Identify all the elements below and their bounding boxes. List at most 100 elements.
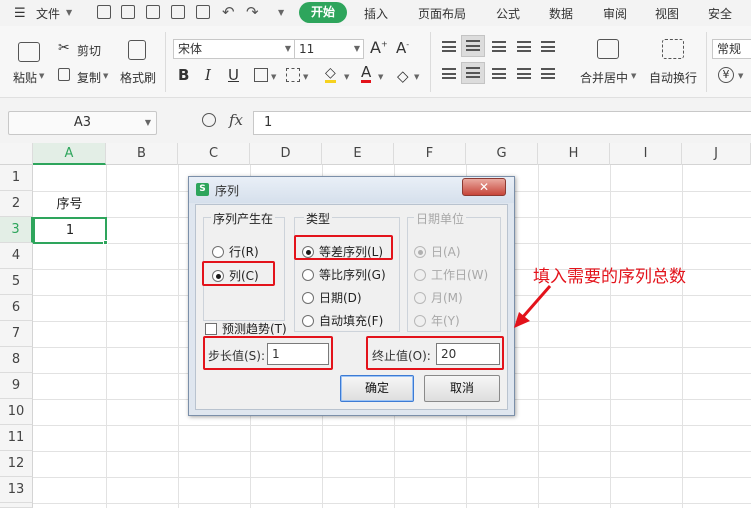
tab-data[interactable]: 数据 xyxy=(549,5,573,22)
column-header[interactable]: I xyxy=(610,143,682,165)
trend-checkbox[interactable]: 预测趋势(T) xyxy=(205,320,287,337)
dialog-titlebar[interactable]: S 序列 ✕ xyxy=(189,177,514,203)
wrap-text-icon[interactable] xyxy=(662,39,684,59)
font-color-icon[interactable]: A xyxy=(361,64,372,83)
radio-button[interactable] xyxy=(212,246,224,258)
row-header[interactable]: 10 xyxy=(0,399,33,425)
font-size-select[interactable]: 11 ▼ xyxy=(294,39,364,59)
format-painter-icon[interactable] xyxy=(128,40,146,60)
tab-security[interactable]: 安全 xyxy=(708,5,732,22)
menu-file[interactable]: 文件 xyxy=(36,5,60,22)
distributed-icon[interactable] xyxy=(541,68,555,79)
row-header[interactable]: 8 xyxy=(0,347,33,373)
checkbox[interactable] xyxy=(205,323,217,335)
column-header[interactable]: C xyxy=(178,143,250,165)
chevron-down-icon[interactable]: ▼ xyxy=(278,8,284,17)
increase-indent-icon[interactable] xyxy=(541,41,555,52)
eraser-icon[interactable]: ◇ xyxy=(397,67,409,85)
column-header[interactable]: G xyxy=(466,143,538,165)
radio-date[interactable]: 日期(D) xyxy=(302,289,362,306)
redo-icon[interactable]: ↷ xyxy=(246,3,259,21)
row-header[interactable]: 9 xyxy=(0,373,33,399)
italic-button[interactable]: I xyxy=(205,66,211,84)
chevron-down-icon[interactable]: ▼ xyxy=(344,73,349,81)
pdf-icon[interactable] xyxy=(146,5,160,19)
row-header[interactable]: 12 xyxy=(0,451,33,477)
align-left-icon[interactable] xyxy=(442,68,456,79)
row-header[interactable]: 11 xyxy=(0,425,33,451)
chevron-down-icon[interactable]: ▼ xyxy=(66,8,72,17)
chevron-down-icon[interactable]: ▼ xyxy=(145,112,151,134)
chevron-down-icon[interactable]: ▼ xyxy=(738,72,743,80)
radio-growth[interactable]: 等比序列(G) xyxy=(302,266,386,283)
radio-autofill[interactable]: 自动填充(F) xyxy=(302,312,383,329)
merge-center-icon[interactable] xyxy=(597,39,619,59)
paste-button[interactable]: 粘贴 xyxy=(13,69,37,86)
borders-icon[interactable] xyxy=(254,68,268,82)
paste-icon[interactable] xyxy=(18,42,40,62)
align-center-icon[interactable] xyxy=(461,62,485,84)
copy-icon[interactable] xyxy=(58,68,70,81)
copy-button[interactable]: 复制 xyxy=(77,69,101,86)
fill-color-icon[interactable]: ◇ xyxy=(325,66,336,83)
merge-center-button[interactable]: 合并居中 xyxy=(580,69,628,86)
decrease-indent-icon[interactable] xyxy=(517,41,531,52)
name-box[interactable]: A3 ▼ xyxy=(8,111,157,135)
align-middle-icon[interactable] xyxy=(461,35,485,57)
row-header[interactable]: 13 xyxy=(0,477,33,503)
tab-formulas[interactable]: 公式 xyxy=(496,5,520,22)
row-header[interactable]: 2 xyxy=(0,191,33,217)
chevron-down-icon[interactable]: ▼ xyxy=(39,72,44,80)
format-painter-button[interactable]: 格式刷 xyxy=(120,69,156,86)
column-header[interactable]: B xyxy=(106,143,178,165)
row-header[interactable]: 7 xyxy=(0,321,33,347)
chevron-down-icon[interactable]: ▼ xyxy=(378,73,383,81)
tab-page-layout[interactable]: 页面布局 xyxy=(418,5,466,22)
increase-font-icon[interactable]: A+ xyxy=(370,38,388,57)
hamburger-icon[interactable]: ☰ xyxy=(14,6,26,21)
row-header[interactable]: 4 xyxy=(0,243,33,269)
cancel-button[interactable]: 取消 xyxy=(424,375,500,402)
align-top-icon[interactable] xyxy=(442,41,456,52)
column-header[interactable]: D xyxy=(250,143,322,165)
ok-button[interactable]: 确定 xyxy=(340,375,414,402)
radio-rows[interactable]: 行(R) xyxy=(212,243,259,260)
scissors-icon[interactable]: ✂ xyxy=(58,40,70,56)
column-header[interactable]: F xyxy=(394,143,466,165)
chevron-down-icon[interactable]: ▼ xyxy=(631,72,636,80)
fill-handle[interactable] xyxy=(103,240,108,245)
number-format-select[interactable]: 常规 xyxy=(712,39,751,59)
chevron-down-icon[interactable]: ▼ xyxy=(303,73,308,81)
undo-icon[interactable]: ↶ xyxy=(222,3,235,21)
radio-button[interactable] xyxy=(302,292,314,304)
cell-style-icon[interactable] xyxy=(286,68,300,82)
underline-button[interactable]: U xyxy=(228,66,239,84)
fx-icon[interactable]: fx xyxy=(229,111,243,129)
tab-insert[interactable]: 插入 xyxy=(364,5,388,22)
justify-icon[interactable] xyxy=(517,68,531,79)
chevron-down-icon[interactable]: ▼ xyxy=(271,73,276,81)
cut-button[interactable]: 剪切 xyxy=(77,42,101,59)
print-preview-icon[interactable] xyxy=(196,5,210,19)
column-header[interactable]: E xyxy=(322,143,394,165)
font-name-select[interactable]: 宋体 ▼ xyxy=(173,39,295,59)
decrease-font-icon[interactable]: A- xyxy=(396,39,409,57)
row-header[interactable]: 5 xyxy=(0,269,33,295)
row-header[interactable]: 1 xyxy=(0,165,33,191)
select-all-corner[interactable] xyxy=(0,143,33,165)
chevron-down-icon[interactable]: ▼ xyxy=(103,72,108,80)
chevron-down-icon[interactable]: ▼ xyxy=(414,73,419,81)
cell-a3-active[interactable]: 1 xyxy=(33,217,107,244)
column-header[interactable]: J xyxy=(682,143,751,165)
formula-input[interactable]: 1 xyxy=(253,111,751,135)
row-header[interactable]: 6 xyxy=(0,295,33,321)
currency-icon[interactable]: ¥ xyxy=(718,67,734,83)
tab-home[interactable]: 开始 xyxy=(299,2,347,23)
align-right-icon[interactable] xyxy=(492,68,506,79)
radio-button[interactable] xyxy=(302,315,314,327)
open-folder-icon[interactable] xyxy=(97,5,111,19)
zoom-formula-icon[interactable] xyxy=(202,113,216,127)
column-header[interactable]: A xyxy=(33,143,106,165)
column-header[interactable]: H xyxy=(538,143,610,165)
save-icon[interactable] xyxy=(121,5,135,19)
